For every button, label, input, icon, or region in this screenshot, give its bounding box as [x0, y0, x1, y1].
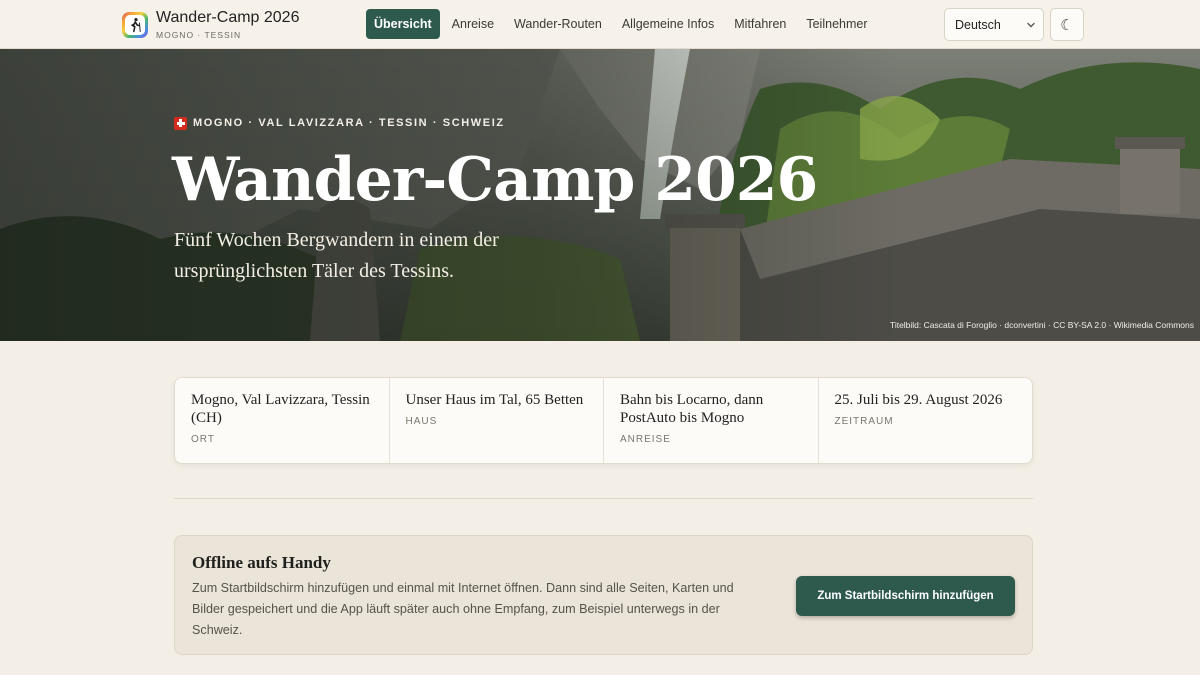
- fact-house: Unser Haus im Tal, 65 Betten HAUS: [390, 378, 604, 463]
- nav-item-mitfahren[interactable]: Mitfahren: [724, 9, 796, 39]
- moon-icon: ☾: [1060, 16, 1074, 34]
- nav-item-teilnehmer[interactable]: Teilnehmer: [796, 9, 877, 39]
- language-select-value: Deutsch: [955, 17, 1001, 32]
- nav-item-uebersicht[interactable]: Übersicht: [366, 9, 440, 39]
- fact-label: HAUS: [405, 416, 438, 427]
- chevron-down-icon: [1019, 20, 1043, 30]
- facts-card: Mogno, Val Lavizzara, Tessin (CH) ORT Un…: [174, 377, 1033, 464]
- hero-banner: MOGNO · VAL LAVIZZARA · TESSIN · SCHWEIZ…: [0, 49, 1200, 341]
- nav-item-anreise[interactable]: Anreise: [442, 9, 504, 39]
- app-logo: [122, 12, 148, 38]
- fact-value: 25. Juli bis 29. August 2026: [834, 392, 1003, 408]
- hero-eyebrow-text: MOGNO · VAL LAVIZZARA · TESSIN · SCHWEIZ: [193, 117, 505, 129]
- fact-value: Unser Haus im Tal, 65 Betten: [405, 392, 584, 408]
- hero-location-eyebrow: MOGNO · VAL LAVIZZARA · TESSIN · SCHWEIZ: [174, 116, 505, 130]
- fact-travel: Bahn bis Locarno, dann PostAuto bis Mogn…: [604, 378, 819, 463]
- top-navigation-bar: Wander-Camp 2026 MOGNO · TESSIN Übersich…: [0, 0, 1200, 49]
- fact-value: Mogno, Val Lavizzara, Tessin (CH): [191, 392, 370, 426]
- fact-label: ANREISE: [620, 434, 671, 445]
- page-title: Wander-Camp 2026: [172, 145, 818, 215]
- hiker-icon: [131, 18, 141, 33]
- fact-label: ZEITRAUM: [834, 416, 894, 427]
- fact-label: ORT: [191, 434, 215, 445]
- theme-toggle-button[interactable]: ☾: [1050, 8, 1084, 41]
- offline-card-text: Zum Startbildschirm hinzufügen und einma…: [192, 581, 734, 637]
- brand-title: Wander-Camp 2026: [156, 9, 300, 26]
- offline-install-card: Offline aufs Handy Zum Startbildschirm h…: [174, 535, 1033, 655]
- offline-card-title: Offline aufs Handy: [192, 553, 331, 572]
- image-credit: Titelbild: Cascata di Foroglio · dconver…: [889, 320, 1194, 330]
- language-select[interactable]: Deutsch: [944, 8, 1044, 41]
- brand-subtitle: MOGNO · TESSIN: [156, 30, 242, 40]
- nav-item-allgemeine-infos[interactable]: Allgemeine Infos: [612, 9, 724, 39]
- brand[interactable]: Wander-Camp 2026 MOGNO · TESSIN: [122, 9, 300, 40]
- fact-period: 25. Juli bis 29. August 2026 ZEITRAUM: [819, 378, 1033, 463]
- add-to-homescreen-button[interactable]: Zum Startbildschirm hinzufügen: [796, 576, 1015, 616]
- fact-value: Bahn bis Locarno, dann PostAuto bis Mogn…: [620, 392, 764, 426]
- swiss-flag-icon: [174, 116, 187, 130]
- hero-subtitle: Fünf Wochen Bergwandern in einem der urs…: [174, 229, 499, 282]
- nav-item-wander-routen[interactable]: Wander-Routen: [504, 9, 612, 39]
- main-nav: Übersicht Anreise Wander-Routen Allgemei…: [366, 9, 878, 39]
- section-divider: [174, 498, 1033, 499]
- fact-location: Mogno, Val Lavizzara, Tessin (CH) ORT: [175, 378, 390, 463]
